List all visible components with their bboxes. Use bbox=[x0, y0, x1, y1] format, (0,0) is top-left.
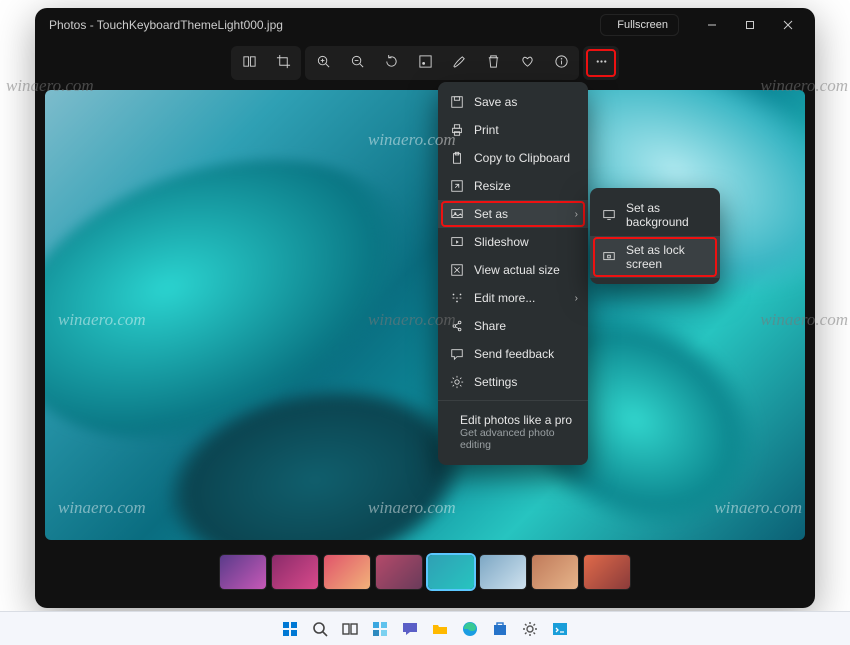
settings-icon[interactable] bbox=[519, 618, 541, 640]
menu-item-save-as[interactable]: Save as bbox=[438, 88, 588, 116]
window-controls bbox=[693, 10, 807, 40]
menu-item-resize[interactable]: Resize bbox=[438, 172, 588, 200]
menu-item-label: Share bbox=[474, 319, 506, 333]
zoom-out-button[interactable] bbox=[342, 49, 372, 77]
info-icon bbox=[554, 54, 569, 72]
adjust-button[interactable] bbox=[410, 49, 440, 77]
fullscreen-label: Fullscreen bbox=[617, 19, 668, 31]
close-button[interactable] bbox=[769, 10, 807, 40]
minimize-button[interactable] bbox=[693, 10, 731, 40]
filmstrip bbox=[35, 548, 815, 608]
editmore-icon bbox=[450, 291, 464, 305]
promo-title: Edit photos like a pro bbox=[460, 413, 576, 427]
menu-item-settings[interactable]: Settings bbox=[438, 368, 588, 396]
zoom-in-icon bbox=[316, 54, 331, 72]
rotate-icon bbox=[384, 54, 399, 72]
menu-item-label: Edit more... bbox=[474, 291, 535, 305]
delete-icon bbox=[486, 54, 501, 72]
setas-submenu: Set as background Set as lock screen bbox=[590, 188, 720, 284]
more-icon bbox=[594, 54, 609, 72]
window-title: Photos - TouchKeyboardThemeLight000.jpg bbox=[49, 18, 600, 32]
menu-item-label: Save as bbox=[474, 95, 517, 109]
menu-item-share[interactable]: Share bbox=[438, 312, 588, 340]
menu-promo[interactable]: Edit photos like a pro Get advanced phot… bbox=[438, 405, 588, 459]
menu-item-label: Resize bbox=[474, 179, 511, 193]
submenu-item-label: Set as background bbox=[626, 201, 708, 229]
filmstrip-thumb[interactable] bbox=[532, 555, 578, 589]
crop-icon bbox=[276, 54, 291, 72]
draw-button[interactable] bbox=[444, 49, 474, 77]
store-icon[interactable] bbox=[489, 618, 511, 640]
filmstrip-thumb[interactable] bbox=[220, 555, 266, 589]
zoom-out-icon bbox=[350, 54, 365, 72]
submenu-item-label: Set as lock screen bbox=[626, 243, 708, 271]
favorite-button[interactable] bbox=[512, 49, 542, 77]
filmstrip-thumb[interactable] bbox=[584, 555, 630, 589]
widgets-icon[interactable] bbox=[369, 618, 391, 640]
menu-item-send-feedback[interactable]: Send feedback bbox=[438, 340, 588, 368]
photos-app-window: Photos - TouchKeyboardThemeLight000.jpg … bbox=[35, 8, 815, 608]
rotate-button[interactable] bbox=[376, 49, 406, 77]
menu-item-label: View actual size bbox=[474, 263, 560, 277]
taskview-icon[interactable] bbox=[339, 618, 361, 640]
chevron-right-icon: › bbox=[575, 293, 578, 304]
favorite-icon bbox=[520, 54, 535, 72]
delete-button[interactable] bbox=[478, 49, 508, 77]
chevron-right-icon: › bbox=[575, 209, 578, 220]
settings-icon bbox=[450, 375, 464, 389]
menu-item-label: Slideshow bbox=[474, 235, 529, 249]
more-button[interactable] bbox=[586, 49, 616, 77]
print-icon bbox=[450, 123, 464, 137]
clipboard-icon bbox=[450, 151, 464, 165]
resize-icon bbox=[450, 179, 464, 193]
zoom-in-button[interactable] bbox=[308, 49, 338, 77]
draw-icon bbox=[452, 54, 467, 72]
filmstrip-thumb[interactable] bbox=[480, 555, 526, 589]
lock-icon bbox=[602, 250, 616, 264]
submenu-item-set-as-background[interactable]: Set as background bbox=[590, 194, 720, 236]
search-icon[interactable] bbox=[309, 618, 331, 640]
chat-icon[interactable] bbox=[399, 618, 421, 640]
menu-item-label: Set as bbox=[474, 207, 508, 221]
share-icon bbox=[450, 319, 464, 333]
feedback-icon bbox=[450, 347, 464, 361]
filmstrip-thumb[interactable] bbox=[428, 555, 474, 589]
menu-item-label: Settings bbox=[474, 375, 517, 389]
more-menu: Save as Print Copy to Clipboard Resize S… bbox=[438, 82, 588, 465]
toolbar bbox=[35, 42, 815, 84]
menu-item-edit-more-[interactable]: Edit more... › bbox=[438, 284, 588, 312]
filmstrip-thumb[interactable] bbox=[376, 555, 422, 589]
info-button[interactable] bbox=[546, 49, 576, 77]
menu-item-slideshow[interactable]: Slideshow bbox=[438, 228, 588, 256]
slideshow-icon bbox=[450, 235, 464, 249]
compare-icon bbox=[242, 54, 257, 72]
edge-icon[interactable] bbox=[459, 618, 481, 640]
adjust-icon bbox=[418, 54, 433, 72]
compare-button[interactable] bbox=[234, 49, 264, 77]
start-icon[interactable] bbox=[279, 618, 301, 640]
desktop-icon bbox=[602, 208, 616, 222]
menu-item-view-actual-size[interactable]: View actual size bbox=[438, 256, 588, 284]
menu-item-label: Print bbox=[474, 123, 499, 137]
terminal-icon[interactable] bbox=[549, 618, 571, 640]
setas-icon bbox=[450, 207, 464, 221]
menu-item-label: Copy to Clipboard bbox=[474, 151, 570, 165]
menu-item-set-as[interactable]: Set as › bbox=[438, 200, 588, 228]
menu-item-print[interactable]: Print bbox=[438, 116, 588, 144]
fullscreen-button[interactable]: Fullscreen bbox=[600, 14, 679, 36]
maximize-button[interactable] bbox=[731, 10, 769, 40]
crop-button[interactable] bbox=[268, 49, 298, 77]
actualsize-icon bbox=[450, 263, 464, 277]
menu-item-label: Send feedback bbox=[474, 347, 554, 361]
menu-item-copy-to-clipboard[interactable]: Copy to Clipboard bbox=[438, 144, 588, 172]
filmstrip-thumb[interactable] bbox=[324, 555, 370, 589]
titlebar: Photos - TouchKeyboardThemeLight000.jpg … bbox=[35, 8, 815, 42]
promo-subtitle: Get advanced photo editing bbox=[460, 427, 576, 451]
image-viewport[interactable] bbox=[45, 90, 805, 540]
taskbar bbox=[0, 611, 850, 645]
filmstrip-thumb[interactable] bbox=[272, 555, 318, 589]
submenu-item-set-as-lock-screen[interactable]: Set as lock screen bbox=[590, 236, 720, 278]
save-icon bbox=[450, 95, 464, 109]
explorer-icon[interactable] bbox=[429, 618, 451, 640]
